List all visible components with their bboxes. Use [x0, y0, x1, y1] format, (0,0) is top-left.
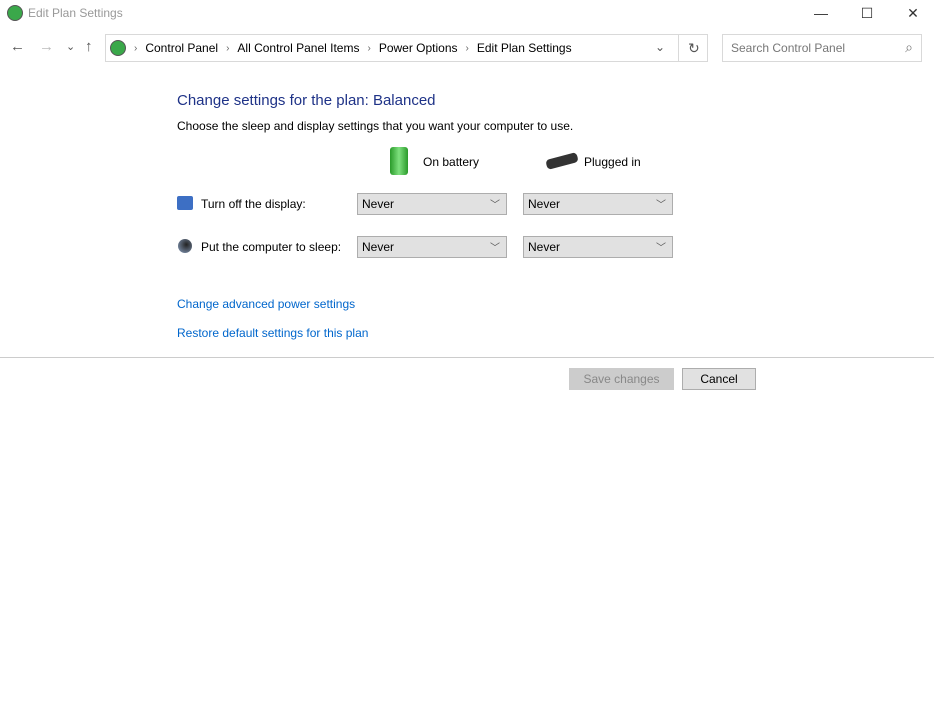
selected-value: Never	[362, 240, 395, 254]
chevron-down-icon: ﹀	[490, 243, 500, 254]
search-icon: ⌕	[905, 39, 913, 55]
sleep-plugged-select[interactable]: Never ﹀	[523, 236, 673, 258]
selected-value: Never	[528, 197, 561, 211]
breadcrumb-separator-icon: ›	[465, 42, 469, 54]
chevron-down-icon: ﹀	[656, 243, 666, 254]
maximize-button[interactable]: ☐	[844, 0, 890, 26]
chevron-down-icon: ﹀	[490, 200, 500, 211]
chevron-down-icon: ﹀	[656, 200, 666, 211]
recent-locations-button[interactable]: ⌄	[66, 40, 75, 53]
sleep-label: Put the computer to sleep:	[201, 240, 342, 254]
sleep-icon	[178, 239, 192, 253]
selected-value: Never	[362, 197, 395, 211]
divider	[0, 357, 934, 358]
breadcrumb-separator-icon: ›	[134, 42, 138, 54]
display-plugged-select[interactable]: Never ﹀	[523, 193, 673, 215]
restore-defaults-link[interactable]: Restore default settings for this plan	[177, 326, 368, 340]
cancel-button[interactable]: Cancel	[682, 368, 756, 390]
control-panel-icon	[110, 40, 126, 56]
address-dropdown-icon[interactable]: ⌄	[655, 40, 665, 54]
search-input[interactable]: Search Control Panel ⌕	[722, 34, 922, 62]
selected-value: Never	[528, 240, 561, 254]
close-button[interactable]: ✕	[890, 0, 934, 26]
battery-icon	[390, 147, 408, 175]
plug-icon	[545, 152, 579, 170]
minimize-button[interactable]: —	[798, 0, 844, 26]
advanced-power-settings-link[interactable]: Change advanced power settings	[177, 297, 355, 311]
breadcrumb-item[interactable]: All Control Panel Items	[237, 41, 359, 55]
breadcrumb-item[interactable]: Edit Plan Settings	[477, 41, 572, 55]
breadcrumb-item[interactable]: Power Options	[379, 41, 458, 55]
breadcrumb-separator-icon: ›	[226, 42, 230, 54]
address-bar[interactable]: › Control Panel › All Control Panel Items › P…	[105, 34, 708, 62]
sleep-battery-select[interactable]: Never ﹀	[357, 236, 507, 258]
up-button[interactable]: ↑	[85, 38, 93, 55]
display-label: Turn off the display:	[201, 197, 306, 211]
forward-button[interactable]: →	[39, 38, 54, 55]
column-plugged-in: Plugged in	[584, 155, 641, 169]
display-battery-select[interactable]: Never ﹀	[357, 193, 507, 215]
window-title: Edit Plan Settings	[28, 6, 123, 20]
breadcrumb-separator-icon: ›	[367, 42, 371, 54]
page-title: Change settings for the plan: Balanced	[177, 92, 436, 109]
refresh-button[interactable]: ↻	[688, 40, 700, 57]
page-description: Choose the sleep and display settings th…	[177, 119, 574, 133]
power-options-icon	[7, 5, 23, 21]
save-changes-button[interactable]: Save changes	[569, 368, 674, 390]
search-placeholder: Search Control Panel	[731, 41, 846, 55]
column-on-battery: On battery	[423, 155, 480, 169]
back-button[interactable]: ←	[10, 38, 25, 55]
display-icon	[177, 196, 193, 210]
breadcrumb-item[interactable]: Control Panel	[145, 41, 218, 55]
